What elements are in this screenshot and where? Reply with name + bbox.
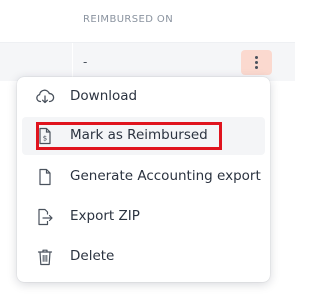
trash-icon <box>35 248 55 266</box>
file-export-icon <box>35 208 55 226</box>
document-icon <box>35 168 55 186</box>
column-header-reimbursed-on: REIMBURSED ON <box>83 14 174 25</box>
cloud-download-icon <box>35 88 55 106</box>
menu-item-download[interactable]: Download <box>17 78 270 116</box>
row-actions-menu: Download $ Mark as Reimbursed Generate A… <box>17 77 270 282</box>
menu-item-label: Generate Accounting export <box>70 168 261 184</box>
menu-item-generate-accounting-export[interactable]: Generate Accounting export <box>17 158 270 196</box>
menu-item-delete[interactable]: Delete <box>17 238 270 276</box>
menu-item-label: Download <box>70 88 138 104</box>
row-actions-button[interactable] <box>241 50 272 75</box>
kebab-menu-icon-dot <box>255 66 258 69</box>
table-header-row: REIMBURSED ON <box>0 0 295 43</box>
menu-item-export-zip[interactable]: Export ZIP <box>17 198 270 236</box>
table-row[interactable]: - <box>0 43 295 81</box>
highlight-annotation-box <box>36 122 222 150</box>
kebab-menu-icon-dot <box>255 61 258 64</box>
menu-item-label: Export ZIP <box>70 208 140 224</box>
kebab-menu-icon <box>255 56 258 59</box>
menu-item-label: Delete <box>70 248 115 264</box>
reimbursed-on-value: - <box>83 55 88 69</box>
column-divider <box>72 43 73 81</box>
